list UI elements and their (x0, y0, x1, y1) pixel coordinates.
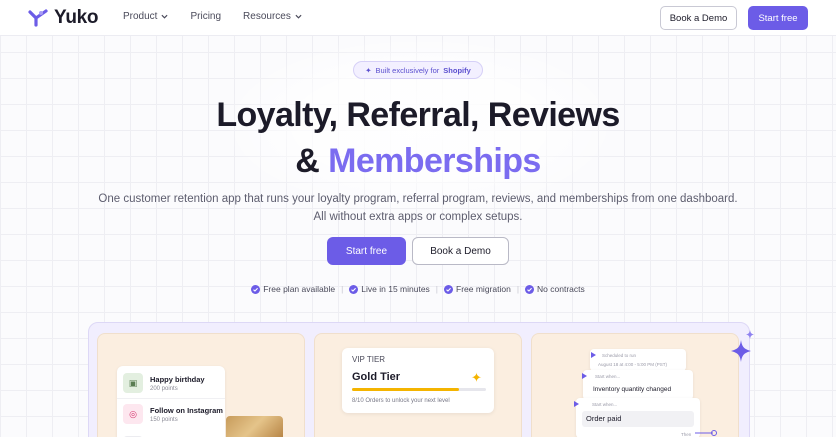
hero-subtitle-line2: All without extra apps or complex setups… (313, 211, 523, 223)
hero-title-line1: Loyalty, Referral, Reviews (216, 96, 620, 134)
feature-separator: | (435, 284, 439, 294)
workflow-step-text: Order paid (586, 414, 622, 423)
feature-list: Free plan available | Live in 15 minutes… (0, 284, 836, 294)
nav-product-label: Product (123, 11, 158, 22)
vip-progress-bar (352, 388, 486, 391)
vip-tier-card: VIP TIER Gold Tier ✦ 8/10 Orders to unlo… (342, 348, 494, 413)
shopify-badge: ✦ Built exclusively for Shopify (353, 61, 483, 79)
start-free-button[interactable]: Start free (748, 6, 808, 30)
product-image-hat (226, 416, 283, 437)
rewards-list: ▣ Happy birthday 200 points ◎ Follow on … (117, 366, 225, 437)
feature-separator: | (516, 284, 520, 294)
nav-product[interactable]: Product (123, 11, 168, 22)
sparkle-star-icon: ✦ (471, 370, 482, 385)
play-icon (582, 373, 587, 379)
chevron-down-icon (295, 14, 302, 19)
feature-label: Live in 15 minutes (361, 284, 430, 294)
workflow-step-order: Start when... Order paid Then (576, 398, 700, 437)
check-circle-icon (525, 284, 535, 294)
badge-platform: Shopify (443, 65, 471, 75)
nav-pricing-label: Pricing (190, 11, 222, 22)
reward-points: 200 points (150, 385, 178, 392)
hero-title-accent: Memberships (328, 142, 541, 180)
divider (117, 398, 225, 399)
workflow-step-time: August 18 at 4:00 - 5:00 PM (PST) (598, 362, 668, 367)
vip-progress-note: 8/10 Orders to unlock your next level (352, 398, 450, 404)
workflow-step-text: Inventory quantity changed (593, 386, 672, 393)
brand-name: Yuko (54, 7, 99, 28)
workflow-step-caption: Scheduled to run (602, 353, 637, 358)
instagram-icon: ◎ (123, 404, 143, 424)
connector-arrow-icon (695, 430, 717, 436)
hero-start-free-button[interactable]: Start free (327, 237, 406, 265)
reward-points: 150 points (150, 416, 178, 423)
workflow-step-inventory: Start when... Inventory quantity changed (583, 370, 693, 400)
badge-prefix: Built exclusively for (375, 65, 440, 75)
feature-item: No contracts (525, 284, 585, 294)
hero-title-amp: & (295, 142, 329, 180)
check-circle-icon (251, 284, 261, 294)
sparkle-icon: ✦ (365, 65, 372, 75)
check-circle-icon (444, 284, 454, 294)
reward-title: Follow on Instagram (150, 405, 223, 415)
play-icon (574, 401, 579, 407)
feature-label: No contracts (537, 284, 585, 294)
nav-resources[interactable]: Resources (243, 11, 302, 22)
workflow-then-label: Then (681, 432, 692, 437)
feature-item: Live in 15 minutes (349, 284, 430, 294)
feature-label: Free migration (456, 284, 511, 294)
reward-title: Happy birthday (150, 374, 205, 384)
vip-progress-fill (352, 388, 460, 391)
gift-icon: ▣ (123, 373, 143, 393)
check-circle-icon (349, 284, 359, 294)
chevron-down-icon (161, 14, 168, 19)
workflow-step-caption: Start when... (595, 374, 621, 379)
book-demo-button[interactable]: Book a Demo (660, 6, 737, 30)
nav-links: Product Pricing Resources (123, 11, 302, 22)
nav-pricing[interactable]: Pricing (190, 11, 221, 22)
nav-resources-label: Resources (243, 11, 291, 22)
workflow-step-schedule: Scheduled to run August 18 at 4:00 - 5:0… (590, 349, 686, 371)
yuko-logo-icon (28, 9, 48, 27)
vip-label: VIP TIER (352, 355, 386, 364)
hero-subtitle-line1: One customer retention app that runs you… (98, 193, 738, 205)
hero-title-line2: & Memberships (0, 142, 836, 181)
list-item: ◎ Follow on Instagram 150 points (123, 404, 223, 424)
feature-label: Free plan available (263, 284, 336, 294)
vip-tier-name: Gold Tier (352, 371, 401, 383)
feature-item: Free plan available (251, 284, 335, 294)
hero-book-demo-button[interactable]: Book a Demo (412, 237, 509, 265)
feature-separator: | (341, 284, 344, 294)
play-icon (591, 352, 596, 358)
feature-item: Free migration (444, 284, 511, 294)
list-item: ▣ Happy birthday 200 points (123, 373, 205, 393)
sparkle-icon (731, 330, 754, 362)
top-nav: Yuko Product Pricing Resources Book a De… (0, 0, 836, 36)
workflow-step-caption: Start when... (592, 402, 618, 407)
logo[interactable]: Yuko (28, 7, 99, 29)
